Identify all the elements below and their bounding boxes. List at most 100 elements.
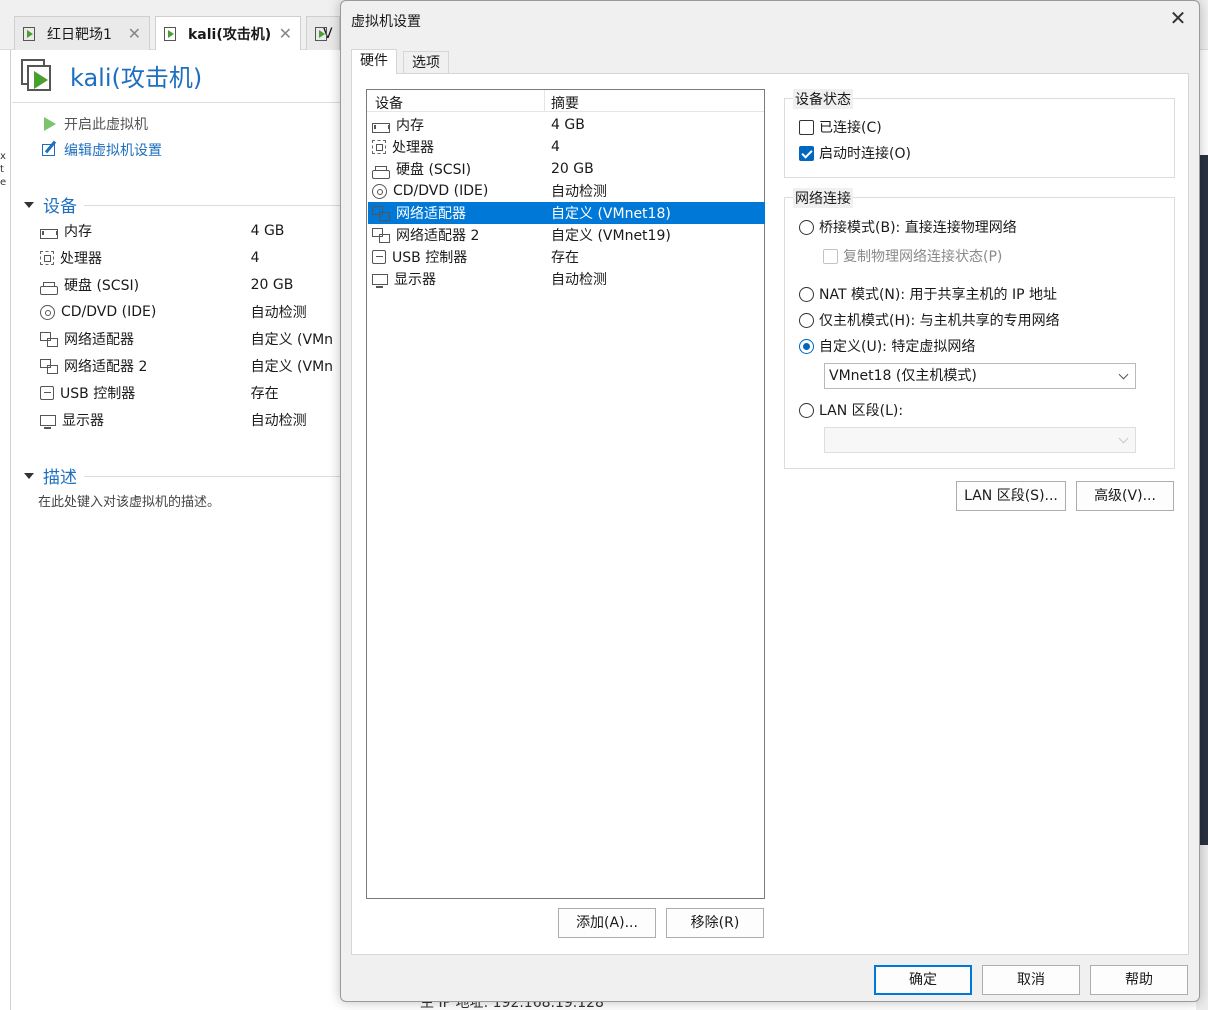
checkbox-box[interactable] — [823, 248, 838, 264]
list-row-processor[interactable]: 处理器 4 — [368, 136, 765, 158]
group-title: 设备状态 — [793, 89, 853, 109]
device-name: 处理器 — [60, 251, 102, 267]
radio-label: 仅主机模式(H): 与主机共享的专用网络 — [819, 313, 1060, 329]
connect-at-power-on-checkbox[interactable]: 启动时连接(O) — [799, 143, 911, 163]
devices-section-toggle[interactable]: 设备 — [24, 192, 77, 217]
host-only-mode-radio[interactable]: 仅主机模式(H): 与主机共享的专用网络 — [799, 310, 1060, 330]
replicate-state-checkbox[interactable]: 复制物理网络连接状态(P) — [823, 246, 1002, 266]
radio-button[interactable] — [799, 402, 814, 418]
edit-icon — [42, 142, 58, 158]
tab-options[interactable]: 选项 — [403, 51, 449, 75]
radio-button[interactable] — [799, 286, 814, 302]
help-button[interactable]: 帮助 — [1090, 965, 1188, 995]
device-summary: 自定义 (VMnet18) — [551, 206, 671, 222]
tab-kali[interactable]: kali(攻击机) ✕ — [155, 16, 301, 50]
radio-label: 桥接模式(B): 直接连接物理网络 — [819, 220, 1017, 236]
description-heading: 描述 — [43, 468, 77, 488]
checkbox-label: 已连接(C) — [819, 120, 882, 136]
connected-checkbox[interactable]: 已连接(C) — [799, 117, 882, 137]
device-row-processor[interactable]: 处理器 4 — [40, 247, 340, 269]
device-status-group: 设备状态 — [784, 89, 1175, 178]
custom-network-radio[interactable]: 自定义(U): 特定虚拟网络 — [799, 336, 975, 356]
radio-label: 自定义(U): 特定虚拟网络 — [819, 339, 976, 355]
collapse-arrow-icon — [24, 472, 34, 479]
list-row-display[interactable]: 显示器 自动检测 — [368, 268, 765, 290]
edit-vm-settings-link[interactable]: 编辑虚拟机设置 — [42, 140, 162, 160]
radio-button[interactable] — [799, 219, 814, 235]
checkmark-icon[interactable] — [799, 145, 814, 161]
nat-mode-radio[interactable]: NAT 模式(N): 用于共享主机的 IP 地址 — [799, 284, 1057, 304]
description-placeholder[interactable]: 在此处键入对该虚拟机的描述。 — [38, 491, 220, 510]
device-summary: 存在 — [551, 250, 579, 266]
edit-settings-label: 编辑虚拟机设置 — [64, 143, 162, 159]
close-icon[interactable]: ✕ — [122, 24, 141, 43]
list-row-usb[interactable]: USB 控制器 存在 — [368, 246, 765, 268]
list-row-hard-disk[interactable]: 硬盘 (SCSI) 20 GB — [368, 158, 765, 180]
list-row-network-adapter[interactable]: 网络适配器 自定义 (VMnet18) — [368, 202, 765, 224]
list-row-memory[interactable]: 内存 4 GB — [368, 114, 765, 136]
device-summary: 自定义 (VMnet19) — [551, 228, 671, 244]
edge-mark: e — [0, 177, 7, 188]
custom-network-select[interactable]: VMnet18 (仅主机模式) — [824, 363, 1136, 389]
divider — [12, 102, 340, 103]
cancel-button[interactable]: 取消 — [982, 965, 1080, 995]
memory-icon — [40, 229, 58, 239]
checkbox-box[interactable] — [799, 119, 814, 135]
device-name: USB 控制器 — [60, 386, 136, 402]
vm-settings-dialog: 虚拟机设置 ✕ 硬件 选项 设备 摘要 内存 4 GB 处理器 4 硬盘 (SC… — [340, 0, 1200, 1002]
ok-button[interactable]: 确定 — [874, 965, 972, 995]
tab-hardware[interactable]: 硬件 — [351, 49, 397, 74]
device-row-display[interactable]: 显示器 自动检测 — [40, 409, 340, 431]
play-icon — [42, 116, 58, 132]
lan-segments-button[interactable]: LAN 区段(S)... — [956, 481, 1066, 511]
radio-button[interactable] — [799, 338, 814, 354]
column-separator[interactable] — [544, 90, 545, 112]
remove-device-button[interactable]: 移除(R) — [666, 908, 764, 938]
device-row-network-adapter[interactable]: 网络适配器 自定义 (VMn — [40, 328, 340, 350]
tab-label: 红日靶场1 — [47, 26, 112, 43]
device-summary: 自动检测 — [551, 184, 607, 200]
display-icon — [372, 273, 388, 288]
advanced-button[interactable]: 高级(V)... — [1076, 481, 1174, 511]
lan-segment-radio[interactable]: LAN 区段(L): — [799, 400, 903, 420]
tab-third[interactable]: V — [306, 16, 340, 50]
edge-mark: t — [0, 164, 4, 175]
list-row-cd-dvd[interactable]: CD/DVD (IDE) 自动检测 — [368, 180, 765, 202]
radio-label: NAT 模式(N): 用于共享主机的 IP 地址 — [819, 287, 1057, 303]
collapse-arrow-icon — [24, 201, 34, 208]
group-title: 网络连接 — [793, 188, 853, 208]
usb-controller-icon — [40, 386, 54, 400]
device-name: 网络适配器 2 — [396, 228, 480, 244]
list-row-network-adapter-2[interactable]: 网络适配器 2 自定义 (VMnet19) — [368, 224, 765, 246]
divider — [84, 205, 340, 206]
device-name: 网络适配器 — [396, 206, 466, 222]
column-header-summary[interactable]: 摘要 — [551, 93, 579, 113]
vm-icon — [23, 26, 39, 42]
device-summary: 20 GB — [551, 161, 594, 177]
add-device-button[interactable]: 添加(A)... — [558, 908, 656, 938]
device-name: 内存 — [64, 224, 92, 240]
description-section-toggle[interactable]: 描述 — [24, 463, 77, 488]
device-summary: 4 GB — [551, 117, 585, 133]
lan-segment-select[interactable] — [824, 427, 1136, 453]
close-icon[interactable]: ✕ — [1167, 7, 1189, 29]
device-row-memory[interactable]: 内存 4 GB — [40, 220, 340, 242]
device-row-hard-disk[interactable]: 硬盘 (SCSI) 20 GB — [40, 274, 340, 296]
close-icon[interactable]: ✕ — [273, 24, 292, 43]
device-row-usb[interactable]: USB 控制器 存在 — [40, 382, 340, 404]
radio-button[interactable] — [799, 312, 814, 328]
device-row-cd-dvd[interactable]: CD/DVD (IDE) 自动检测 — [40, 301, 340, 323]
device-list[interactable]: 设备 摘要 内存 4 GB 处理器 4 硬盘 (SCSI) 20 GB CD/D… — [366, 89, 765, 899]
vm-icon — [164, 26, 180, 42]
device-name: 处理器 — [392, 140, 434, 156]
device-name: 内存 — [396, 118, 424, 134]
edge-marks: x t e — [0, 150, 6, 189]
power-on-vm-link[interactable]: 开启此虚拟机 — [42, 114, 148, 134]
tab-redday-range[interactable]: 红日靶场1 ✕ — [14, 16, 150, 50]
chevron-down-icon — [1118, 433, 1129, 444]
column-header-device[interactable]: 设备 — [375, 93, 403, 113]
device-summary: 存在 — [250, 386, 279, 402]
bridged-mode-radio[interactable]: 桥接模式(B): 直接连接物理网络 — [799, 217, 1017, 237]
vm-large-icon — [20, 58, 56, 94]
device-row-network-adapter-2[interactable]: 网络适配器 2 自定义 (VMn — [40, 355, 340, 377]
